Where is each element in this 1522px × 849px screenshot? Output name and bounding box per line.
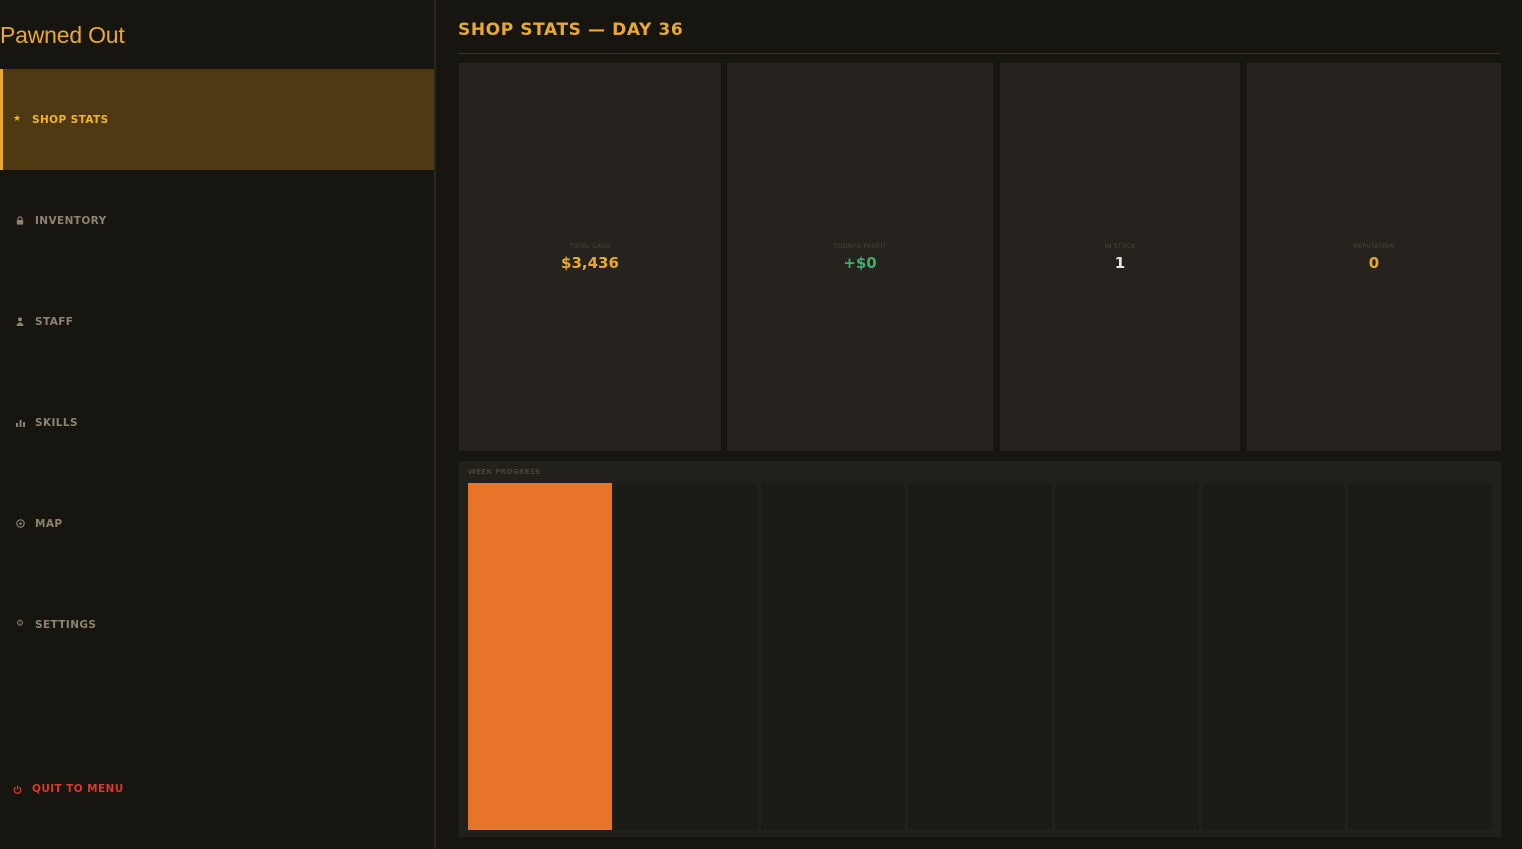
week-day-fill [468, 483, 612, 830]
sidebar-item-label: STAFF [35, 315, 74, 328]
sidebar-item-staff[interactable]: STAFF [0, 271, 434, 372]
sidebar-nav: ★ SHOP STATS INVENTORY STAFF SKILLS MAP … [0, 69, 434, 675]
week-progress-label: WEEK PROGRESS [468, 468, 541, 476]
bar-chart-icon [15, 418, 25, 428]
sidebar-item-label: SHOP STATS [32, 113, 109, 126]
lock-icon [15, 216, 25, 226]
page-title: SHOP STATS — DAY 36 [458, 20, 684, 40]
compass-icon [15, 519, 25, 529]
sidebar-item-map[interactable]: MAP [0, 473, 434, 574]
person-icon [15, 317, 25, 327]
main-content: SHOP STATS — DAY 36 TOTAL CASH $3,436 TO… [436, 0, 1522, 849]
stat-label: TOTAL CASH [569, 242, 611, 250]
stat-card-todays-profit: TODAY'S PROFIT +$0 [727, 63, 993, 451]
week-day-3 [761, 483, 906, 830]
stat-label: TODAY'S PROFIT [833, 242, 887, 250]
week-day-2 [614, 483, 759, 830]
gear-icon: ⚙ [15, 619, 25, 629]
sidebar-item-label: INVENTORY [35, 214, 107, 227]
stat-label: REPUTATION [1353, 242, 1395, 250]
stat-value: 0 [1368, 253, 1380, 272]
sidebar-item-inventory[interactable]: INVENTORY [0, 170, 434, 271]
power-icon [12, 784, 22, 794]
sidebar: Pawned Out ★ SHOP STATS INVENTORY STAFF [0, 0, 436, 849]
app-title: Pawned Out [0, 22, 125, 48]
stat-card-reputation: REPUTATION 0 [1247, 63, 1501, 451]
app-root: Pawned Out ★ SHOP STATS INVENTORY STAFF [0, 0, 1522, 849]
sidebar-item-label: SKILLS [35, 416, 78, 429]
stat-label: IN STOCK [1104, 242, 1136, 250]
week-day-6 [1201, 483, 1346, 830]
week-progress-panel: WEEK PROGRESS [459, 461, 1501, 837]
quit-label: QUIT TO MENU [32, 783, 124, 795]
sidebar-item-label: MAP [35, 517, 63, 530]
quit-to-menu-button[interactable]: QUIT TO MENU [12, 783, 124, 795]
week-day-1 [468, 483, 612, 830]
week-day-7 [1348, 483, 1493, 830]
sidebar-item-settings[interactable]: ⚙ SETTINGS [0, 574, 434, 675]
sidebar-item-label: SETTINGS [35, 618, 97, 631]
sidebar-item-shop-stats[interactable]: ★ SHOP STATS [0, 69, 434, 170]
week-day-5 [1054, 483, 1199, 830]
sidebar-item-skills[interactable]: SKILLS [0, 372, 434, 473]
stat-card-in-stock: IN STOCK 1 [1000, 63, 1240, 451]
stat-value: $3,436 [561, 253, 619, 272]
title-divider [458, 53, 1500, 54]
stat-value: 1 [1114, 253, 1126, 272]
week-progress-bars [468, 483, 1493, 830]
stat-card-total-cash: TOTAL CASH $3,436 [459, 63, 721, 451]
week-day-4 [908, 483, 1052, 830]
stat-value: +$0 [843, 253, 877, 272]
star-icon: ★ [12, 114, 22, 124]
